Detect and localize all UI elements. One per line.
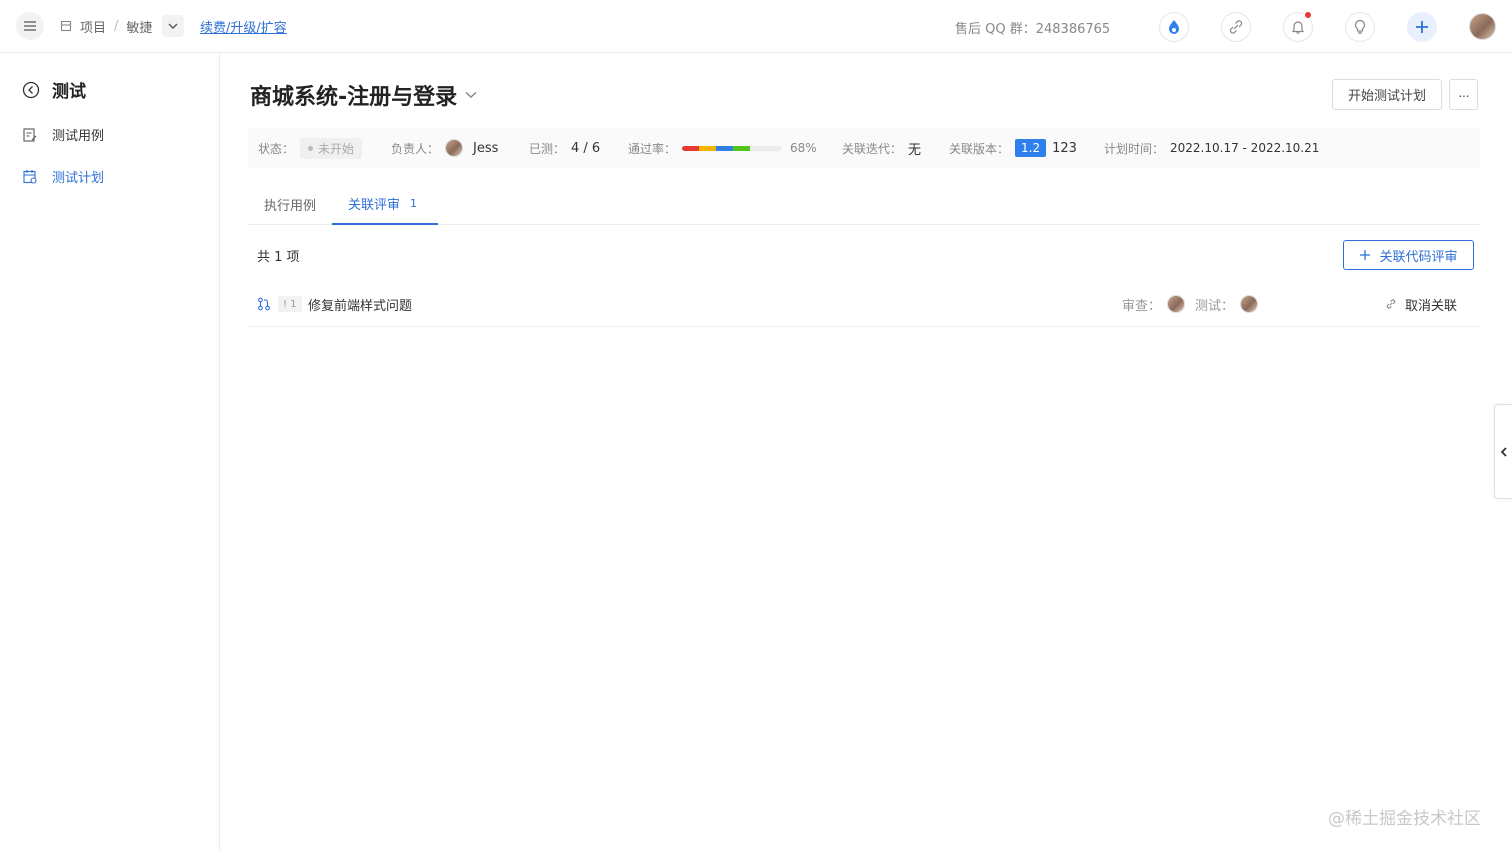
iteration-value[interactable]: 无 xyxy=(908,139,921,158)
pass-rate-segment xyxy=(699,145,716,151)
tab-executed-cases[interactable]: 执行用例 xyxy=(264,183,316,225)
cancel-link-label: 取消关联 xyxy=(1405,298,1458,314)
sidebar-item-label: 测试用例 xyxy=(52,129,105,144)
status-value: 未开始 xyxy=(318,141,355,156)
tab-label: 执行用例 xyxy=(264,198,317,214)
plan-title-selector[interactable]: 商城系统-注册与登录 xyxy=(250,79,477,111)
link-button[interactable] xyxy=(1221,12,1251,42)
side-panel-toggle[interactable] xyxy=(1494,404,1512,499)
sidebar: 测试 测试用例 测试计划 xyxy=(0,53,220,850)
link-icon xyxy=(1229,20,1243,34)
status-badge[interactable]: 未开始 xyxy=(300,137,363,159)
bell-icon xyxy=(1291,21,1305,34)
sidebar-item-test-cases[interactable]: 测试用例 xyxy=(22,125,104,144)
flame-icon xyxy=(1169,20,1179,34)
watermark: @稀土掘金技术社区 xyxy=(1328,809,1481,829)
qq-group-text: 售后 QQ 群：248386765 xyxy=(955,22,1111,37)
pass-rate-segment xyxy=(733,145,750,151)
plan-time-value: 2022.10.17 - 2022.10.21 xyxy=(1170,141,1320,155)
tester-field: 测试： xyxy=(1195,281,1259,327)
menu-button[interactable] xyxy=(16,12,44,40)
tab-linked-reviews[interactable]: 关联评审 1 xyxy=(332,183,438,225)
unlink-icon xyxy=(1386,299,1396,309)
reviewer-avatar[interactable] xyxy=(1167,295,1186,313)
link-code-review-label: 关联代码评审 xyxy=(1379,248,1458,264)
pass-rate-segment xyxy=(716,145,733,151)
tab-count-badge: 1 xyxy=(410,196,418,210)
notification-button[interactable] xyxy=(1283,12,1313,42)
iteration-field: 关联迭代： 无 xyxy=(842,128,921,168)
bulb-icon xyxy=(1354,19,1366,34)
breadcrumb-dropdown[interactable] xyxy=(162,15,185,37)
page-title: 商城系统-注册与登录 xyxy=(250,85,458,110)
tips-button[interactable] xyxy=(1345,12,1375,42)
breadcrumb-separator: / xyxy=(114,18,119,34)
plus-icon xyxy=(1416,21,1428,33)
pass-rate-label: 通过率： xyxy=(628,141,677,156)
renew-upgrade-link[interactable]: 续费/升级/扩容 xyxy=(200,17,287,36)
version-badge[interactable]: 1.2 xyxy=(1015,139,1047,157)
table-row[interactable]: ! 1 修复前端样式问题 审查： 测试： 取消关联 xyxy=(248,281,1480,327)
status-label: 状态： xyxy=(258,141,295,156)
test-case-icon xyxy=(23,127,37,142)
version-label: 关联版本： xyxy=(949,141,1010,156)
breadcrumb-agile[interactable]: 敏捷 xyxy=(126,17,152,36)
link-code-review-button[interactable]: 关联代码评审 xyxy=(1343,240,1474,270)
flame-button[interactable] xyxy=(1159,12,1189,42)
status-field: 状态： 未开始 xyxy=(258,128,363,168)
tab-label: 关联评审 xyxy=(348,197,401,213)
sidebar-header[interactable]: 测试 xyxy=(22,77,86,102)
owner-field: 负责人： Jess xyxy=(391,128,498,168)
project-icon xyxy=(60,20,72,32)
sidebar-title: 测试 xyxy=(52,82,86,102)
version-value[interactable]: 123 xyxy=(1052,141,1077,156)
user-avatar[interactable] xyxy=(1469,13,1496,40)
sidebar-item-label: 测试计划 xyxy=(52,171,105,186)
plan-info-bar: 状态： 未开始 负责人： Jess 已测： 4 / 6 通过率： 68% 关联迭… xyxy=(248,128,1480,168)
notification-dot xyxy=(1305,12,1311,18)
sidebar-item-test-plans[interactable]: 测试计划 xyxy=(22,167,104,186)
top-bar: 项目 / 敏捷 续费/升级/扩容 售后 QQ 群：248386765 xyxy=(0,0,1512,53)
breadcrumb: 项目 / 敏捷 xyxy=(60,15,185,37)
status-dot-icon xyxy=(308,145,314,151)
tester-avatar[interactable] xyxy=(1240,295,1259,313)
total-count: 共 1 项 xyxy=(257,250,300,265)
pass-rate-bar xyxy=(682,145,783,151)
plan-time-field: 计划时间： 2022.10.17 - 2022.10.21 xyxy=(1104,128,1319,168)
cancel-link-button[interactable]: 取消关联 xyxy=(1385,281,1457,327)
owner-name[interactable]: Jess xyxy=(473,141,498,156)
pass-rate-value: 68% xyxy=(790,141,817,155)
plan-time-label: 计划时间： xyxy=(1104,141,1165,156)
test-plan-icon xyxy=(23,169,37,184)
version-field: 关联版本： 1.2 123 xyxy=(949,128,1077,168)
more-actions-button[interactable]: ··· xyxy=(1449,79,1478,110)
merge-request-icon xyxy=(257,281,271,327)
chevron-down-icon xyxy=(168,23,178,29)
iteration-label: 关联迭代： xyxy=(842,141,903,156)
review-title[interactable]: 修复前端样式问题 xyxy=(308,281,412,327)
create-button[interactable] xyxy=(1407,12,1437,42)
tab-bar: 执行用例 关联评审 1 xyxy=(248,183,1480,225)
tester-label: 测试： xyxy=(1195,298,1235,314)
chevron-down-icon xyxy=(465,91,477,98)
main-content: 商城系统-注册与登录 开始测试计划 ··· 状态： 未开始 负责人： Jess … xyxy=(221,53,1512,850)
start-test-plan-button[interactable]: 开始测试计划 xyxy=(1332,79,1442,110)
owner-avatar xyxy=(445,139,464,157)
tested-value: 4 / 6 xyxy=(571,140,601,156)
plus-icon xyxy=(1360,250,1371,260)
chevron-left-icon xyxy=(1500,446,1507,457)
pass-rate-segment xyxy=(682,145,699,151)
pass-rate-field: 通过率： 68% xyxy=(628,128,817,168)
reviewer-label: 审查： xyxy=(1122,298,1162,314)
breadcrumb-project[interactable]: 项目 xyxy=(80,17,106,36)
back-circle-icon[interactable] xyxy=(22,81,40,99)
reviewer-field: 审查： xyxy=(1122,281,1186,327)
tested-label: 已测： xyxy=(529,141,566,156)
review-id-badge: ! 1 xyxy=(278,296,302,312)
tested-field: 已测： 4 / 6 xyxy=(529,128,600,168)
menu-icon xyxy=(24,21,36,31)
owner-label: 负责人： xyxy=(391,141,440,156)
